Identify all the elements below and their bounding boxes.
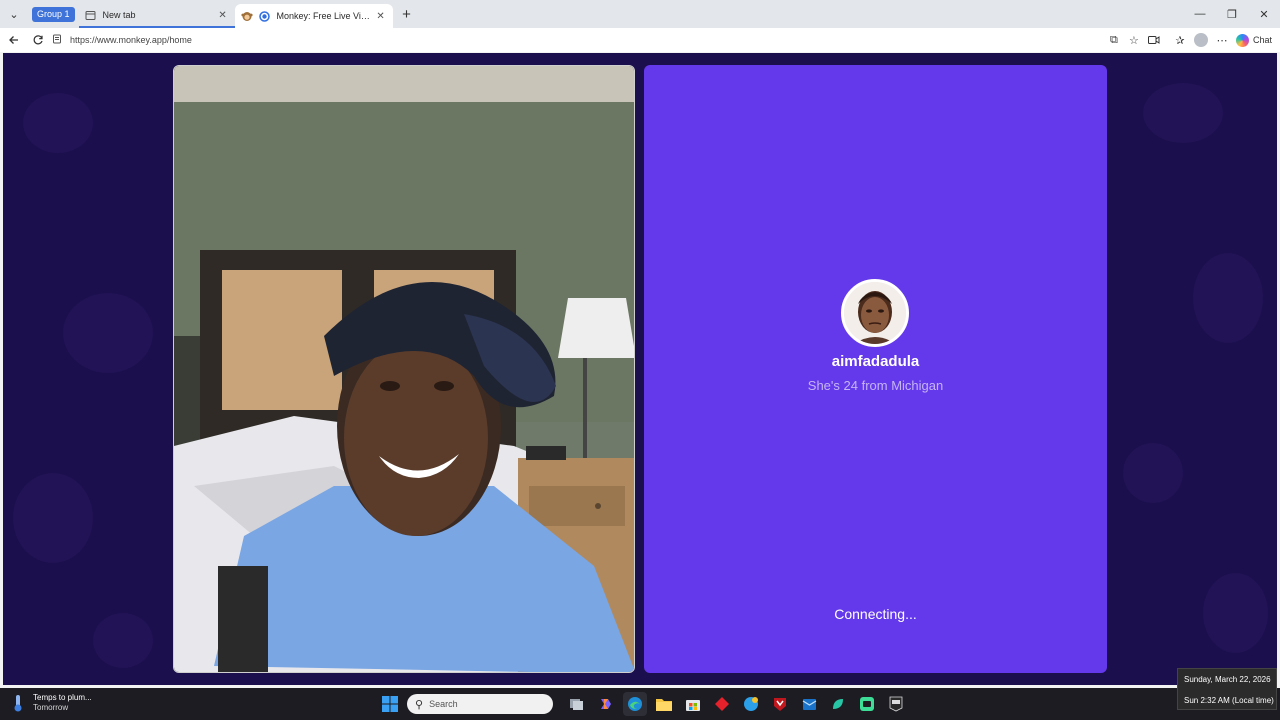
more-button[interactable]: ⋯	[1212, 29, 1232, 51]
tab-new-tab[interactable]: New tab ✕	[78, 4, 235, 28]
tab-monkey[interactable]: Monkey: Free Live Video Chat ✕	[234, 4, 393, 28]
red-app-button[interactable]	[710, 692, 734, 716]
outlook-icon	[802, 699, 817, 710]
more-icon: ⋯	[1216, 34, 1228, 47]
tooltip-date: Sunday, March 22, 2026	[1184, 675, 1271, 684]
windows-start-icon	[382, 696, 398, 712]
edge-icon	[628, 697, 642, 711]
remote-video-panel: aimfadadula She's 24 from Michigan Conne…	[644, 65, 1107, 673]
search-icon: ⚲	[415, 698, 424, 711]
close-tab-button[interactable]: ✕	[375, 11, 387, 22]
back-icon	[9, 36, 18, 44]
remote-user-avatar	[841, 279, 909, 347]
epic-games-button[interactable]	[884, 692, 908, 716]
video-button[interactable]	[1144, 29, 1164, 51]
microsoft-store-button[interactable]	[681, 692, 705, 716]
favorite-star-icon: ☆	[1129, 34, 1139, 47]
task-view-icon	[570, 699, 583, 710]
new-tab-button[interactable]: +	[395, 2, 419, 26]
taskbar-apps: ⚲ Search	[378, 692, 913, 716]
copilot-chat-button[interactable]: Chat	[1235, 33, 1272, 47]
copilot-label: Chat	[1252, 35, 1272, 45]
url-text[interactable]: https://www.monkey.app/home	[70, 35, 192, 45]
reload-button[interactable]	[26, 29, 50, 51]
copilot-app-icon	[601, 699, 611, 709]
windows-start-button[interactable]	[378, 692, 402, 716]
background-pattern	[93, 613, 153, 668]
thermometer-icon	[14, 695, 22, 712]
background-pattern	[1193, 253, 1263, 343]
new-tab-favicon-icon	[85, 9, 97, 21]
background-pattern	[1203, 573, 1268, 653]
green-app-button[interactable]	[855, 692, 879, 716]
split-screen-icon: ⧉	[1110, 33, 1118, 46]
weather-subtext: Tomorrow	[33, 703, 69, 712]
close-window-button[interactable]: ✕	[1248, 0, 1280, 28]
background-pattern	[13, 473, 93, 563]
favorites-bar-icon: ✰	[1175, 34, 1185, 47]
monkey-page: aimfadadula She's 24 from Michigan Conne…	[3, 53, 1277, 685]
reload-icon	[33, 35, 43, 45]
clock-tooltip: Sunday, March 22, 2026 Sun 2:32 AM (Loca…	[1177, 668, 1277, 710]
mcafee-icon	[774, 698, 786, 711]
favorites-bar-button[interactable]: ✰	[1170, 29, 1190, 51]
weather-headline: Temps to plum...	[33, 693, 92, 702]
profile-icon[interactable]	[1193, 33, 1208, 47]
video-icon	[1147, 36, 1160, 44]
local-video-feed	[173, 65, 635, 673]
file-explorer-button[interactable]	[652, 692, 676, 716]
epic-games-icon	[889, 696, 903, 712]
search-placeholder: Search	[429, 699, 458, 709]
tab-group-chip[interactable]: Group 1	[32, 6, 75, 22]
microsoft-store-icon	[686, 700, 700, 711]
tab-title: New tab	[102, 10, 136, 20]
tooltip-time: Sun 2:32 AM (Local time)	[1184, 696, 1274, 705]
copilot-app-button[interactable]	[594, 692, 618, 716]
background-pattern	[63, 293, 153, 373]
background-pattern	[23, 93, 93, 153]
file-explorer-icon	[656, 699, 672, 711]
browser-window: ⌄ Group 1 New tab ✕ Monkey: Free Live Vi…	[0, 0, 1280, 688]
back-button[interactable]	[2, 29, 26, 51]
window-controls: — ❐ ✕	[1184, 0, 1280, 28]
green-app-icon	[860, 697, 874, 711]
recording-indicator-icon	[259, 10, 271, 22]
teal-app-icon	[833, 699, 843, 709]
windows-taskbar: Temps to plum... Tomorrow ⚲ Search	[0, 688, 1280, 720]
tab-title: Monkey: Free Live Video Chat	[276, 11, 375, 21]
edge-button[interactable]	[623, 692, 647, 716]
copilot-icon	[1235, 33, 1249, 47]
connection-status: Connecting...	[834, 606, 917, 622]
remote-username: aimfadadula	[831, 353, 920, 370]
favorite-button[interactable]: ☆	[1124, 29, 1144, 51]
browser-toolbar: https://www.monkey.app/home ⧉ ☆ ✰ ⋯ Chat	[0, 28, 1280, 52]
mcafee-button[interactable]	[768, 692, 792, 716]
teal-app-button[interactable]	[826, 692, 850, 716]
tab-actions-menu-button[interactable]: ⌄	[3, 3, 25, 25]
restore-button[interactable]: ❐	[1216, 0, 1248, 28]
close-tab-button[interactable]: ✕	[217, 10, 229, 21]
outlook-button[interactable]	[797, 692, 821, 716]
minimize-button[interactable]: —	[1184, 0, 1216, 28]
edge-beta-button[interactable]	[739, 692, 763, 716]
address-bar[interactable]: https://www.monkey.app/home	[52, 30, 1097, 50]
toolbar-actions: ⧉ ☆ ✰ ⋯ Chat	[1104, 28, 1280, 52]
taskbar-search-box[interactable]: ⚲ Search	[407, 694, 553, 714]
chevron-down-icon: ⌄	[9, 8, 19, 21]
background-pattern	[1143, 83, 1223, 143]
task-view-button[interactable]	[565, 692, 589, 716]
edge-beta-icon	[744, 697, 758, 711]
lock-icon[interactable]	[52, 34, 66, 46]
remote-user-details: She's 24 from Michigan	[807, 378, 944, 393]
weather-widget[interactable]: Temps to plum... Tomorrow	[10, 693, 92, 713]
split-screen-button[interactable]: ⧉	[1104, 29, 1124, 51]
background-pattern	[1123, 443, 1183, 503]
red-app-icon	[715, 697, 729, 711]
tab-strip: ⌄ Group 1 New tab ✕ Monkey: Free Live Vi…	[0, 0, 1280, 28]
monkey-favicon-icon	[240, 10, 253, 22]
